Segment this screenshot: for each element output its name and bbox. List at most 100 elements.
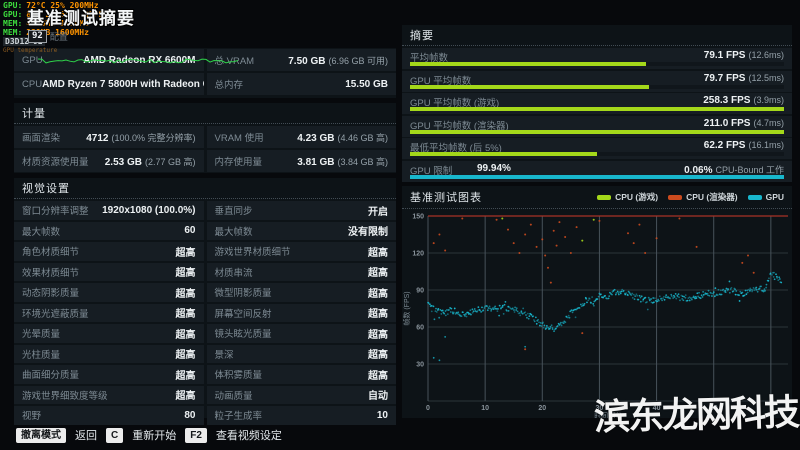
cell-value: 自动 [368, 391, 388, 403]
key-hint-返回[interactable]: 撤离模式 [16, 427, 66, 443]
cell-label: 视野 [22, 411, 42, 423]
cell-label: VRAM 使用 [214, 133, 264, 144]
cell-value: AMD Ryzen 7 5800H with Radeon Graphics [42, 78, 203, 90]
summary-row: GPU 平均帧数 (渲染器) 211.0 FPS (4.7ms) [402, 115, 792, 137]
cell-label: 游戏世界材质细节 [214, 247, 291, 259]
cell-label: 微型阴影质量 [214, 288, 272, 300]
summary-bar-fill [410, 62, 646, 66]
summary-value: 79.7 FPS (12.5ms) [703, 72, 784, 84]
settings-row: 视野 80 粒子生成率 10 [14, 406, 396, 425]
info-cell: 材质资源使用量 2.53 GB (2.77 GB 高) [14, 150, 204, 172]
cell-value: 超高 [175, 370, 196, 382]
visual-settings-panel: 视觉设置 窗口分辨率调整 1920x1080 (100.0%) 垂直同步 开启 最大帧数… [14, 178, 396, 425]
info-cell: 游戏世界细致度等级 超高 [14, 385, 204, 404]
cell-label: 游戏世界细致度等级 [22, 390, 108, 402]
table-row: 材质资源使用量 2.53 GB (2.77 GB 高) 内存使用量 3.81 GB (3.… [14, 150, 396, 172]
info-cell: 窗口分辨率调整 1920x1080 (100.0%) [14, 201, 204, 220]
settings-row: 最大帧数 60 最大帧数 没有限制 [14, 221, 396, 240]
cell-label: 最大帧数 [214, 226, 253, 238]
svg-text:帧数 (FPS): 帧数 (FPS) [402, 291, 411, 325]
info-cell: VRAM 使用 4.23 GB (4.46 GB 高) [206, 126, 396, 148]
info-cell: 内存使用量 3.81 GB (3.84 GB 高) [206, 150, 396, 172]
info-cell: 最大帧数 没有限制 [206, 221, 396, 240]
summary-extra: (16.1ms) [748, 140, 784, 150]
svg-text:0: 0 [426, 405, 430, 412]
cell-extra-value: (100.0% 完整分辨率) [111, 132, 196, 143]
cell-value: 超高 [175, 391, 196, 403]
cell-value: 超高 [175, 247, 196, 259]
cell-label: CPU [22, 78, 43, 90]
cell-value: 超高 [368, 329, 388, 341]
cell-label: 材质串流 [214, 267, 253, 279]
svg-text:150: 150 [412, 214, 424, 221]
summary-bar-fill [410, 152, 597, 156]
metrics-title: 计量 [22, 108, 46, 120]
cell-value: 4712 (100.0% 完整分辨率) [86, 132, 196, 144]
cell-extra-value: (4.46 GB 高) [337, 132, 388, 143]
cell-value: 没有限制 [348, 227, 388, 239]
legend-item: CPU (游戏) [597, 191, 658, 203]
settings-row: 游戏世界细致度等级 超高 动画质量 自动 [14, 385, 396, 404]
info-cell: 景深 超高 [206, 344, 396, 363]
info-cell: 角色材质细节 超高 [14, 242, 204, 261]
cell-label: 镜头眩光质量 [214, 329, 272, 341]
summary-row: GPU 平均帧数 (游戏) 258.3 FPS (3.9ms) [402, 93, 792, 114]
info-cell: 曲面细分质量 超高 [14, 365, 204, 384]
summary-inline-value: 99.94% [477, 162, 511, 174]
table-row: 画面渲染 4712 (100.0% 完整分辨率) VRAM 使用 4.23 GB (4.4… [14, 126, 396, 148]
cell-label: 材质资源使用量 [22, 157, 89, 168]
cell-label: 画面渲染 [22, 133, 61, 144]
cell-value: 80 [184, 409, 196, 421]
osd-label-text: MEM: [3, 19, 23, 28]
info-cell: 动画质量 自动 [206, 385, 396, 404]
cell-value: 60 [184, 225, 196, 237]
summary-extra: (12.6ms) [748, 50, 784, 60]
cell-label: 曲面细分质量 [22, 370, 80, 382]
info-cell: 粒子生成率 10 [206, 406, 396, 425]
cell-value: 超高 [175, 288, 196, 300]
svg-text:120: 120 [412, 251, 424, 258]
cell-label: 垂直同步 [214, 206, 253, 218]
svg-text:20: 20 [538, 405, 546, 412]
summary-bar-track [410, 84, 784, 89]
info-cell: 游戏世界材质细节 超高 [206, 242, 396, 261]
cell-label: 屏幕空间反射 [214, 308, 272, 320]
cell-label: 内存使用量 [214, 157, 263, 168]
summary-bar-track [410, 107, 784, 111]
cell-value: 4.23 GB (4.46 GB 高) [297, 132, 388, 144]
cell-label: 角色材质细节 [22, 247, 80, 259]
info-cell: 垂直同步 开启 [206, 201, 396, 220]
summary-panel: 摘要 平均帧数 79.1 FPS (12.6ms) GPU 平均帧数 79.7 FPS(… [402, 25, 792, 182]
gpu-temperature-sparkline [38, 58, 238, 64]
settings-row: 光柱质量 超高 景深 超高 [14, 344, 396, 363]
info-cell: 光晕质量 超高 [14, 324, 204, 343]
key-hint-重新开始[interactable]: C [106, 427, 124, 443]
cell-label: 光柱质量 [22, 349, 61, 361]
info-cell: 最大帧数 60 [14, 221, 204, 240]
cell-label: 粒子生成率 [214, 411, 263, 423]
info-cell: 体积雾质量 超高 [206, 365, 396, 384]
svg-text:90: 90 [416, 288, 424, 295]
legend-swatch [597, 194, 612, 200]
visual-settings-title: 视觉设置 [22, 183, 70, 195]
cell-value: 7.50 GB (6.96 GB 可用) [288, 55, 388, 67]
svg-text:10: 10 [481, 405, 489, 412]
key-hint-查看视频设定[interactable]: F2 [185, 427, 207, 443]
cell-label: 景深 [214, 349, 234, 361]
summary-title: 摘要 [410, 30, 434, 42]
osd-fps-overlay: 92 配置 [28, 30, 68, 43]
config-overlay-text: 配置 [49, 32, 68, 42]
summary-bar-fill [410, 174, 784, 179]
summary-extra: (4.7ms) [753, 117, 784, 128]
cell-value: 超高 [368, 288, 388, 300]
cell-value: 超高 [175, 268, 196, 280]
info-cell: 光柱质量 超高 [14, 344, 204, 363]
info-cell: CPUAMD Ryzen 7 5800H with Radeon Graphic… [14, 73, 204, 95]
cell-label: 总内存 [214, 80, 244, 91]
summary-row: GPU 平均帧数 79.7 FPS (12.5ms) [402, 70, 792, 92]
info-cell: 动态阴影质量 超高 [14, 283, 204, 302]
cell-value: 超高 [368, 268, 388, 280]
cell-value: 10 [376, 409, 388, 421]
page-title: 基准测试摘要 [27, 9, 135, 28]
cell-label: 动态阴影质量 [22, 288, 80, 300]
